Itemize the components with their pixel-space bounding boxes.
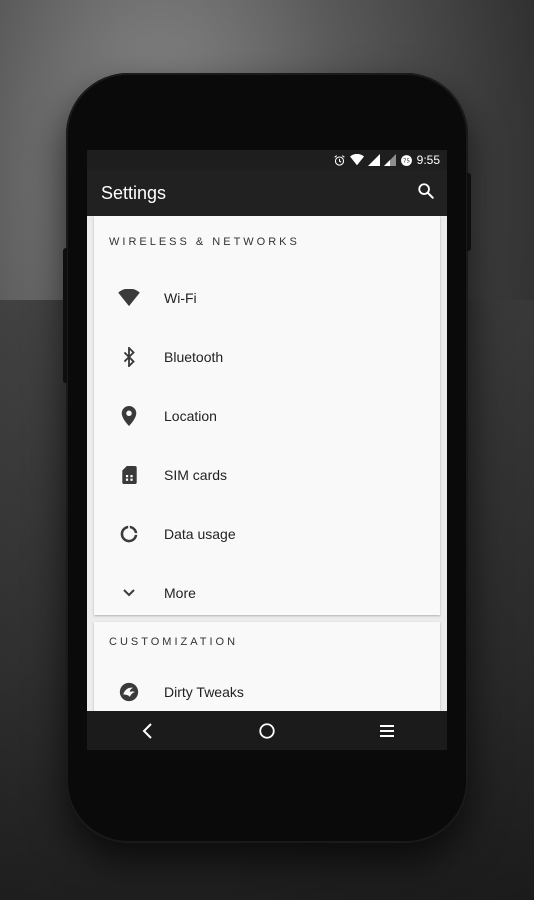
recents-icon[interactable] — [357, 711, 417, 750]
location-pin-icon — [94, 405, 164, 426]
back-icon[interactable] — [117, 711, 177, 750]
settings-item-label: More — [164, 584, 196, 601]
cell-signal-icon — [367, 154, 380, 166]
sim-card-icon — [94, 465, 164, 484]
power-button — [467, 173, 471, 251]
page-title: Settings — [101, 182, 167, 203]
settings-list: WIRELESS & NETWORKS Wi-Fi Bluetooth Loca… — [87, 216, 447, 711]
settings-item-sim-cards[interactable]: SIM cards — [94, 445, 440, 504]
bluetooth-icon — [94, 346, 164, 367]
search-icon[interactable] — [417, 182, 435, 205]
dirty-tweaks-icon — [94, 682, 164, 702]
chevron-down-icon — [94, 588, 164, 598]
alarm-icon — [333, 154, 346, 167]
settings-item-data-usage[interactable]: Data usage — [94, 504, 440, 563]
status-bar: 75 9:55 — [87, 150, 447, 170]
section-header: WIRELESS & NETWORKS — [109, 236, 300, 248]
navigation-bar — [87, 711, 447, 750]
settings-item-label: SIM cards — [164, 466, 228, 483]
battery-icon: 75 — [400, 154, 413, 167]
section-card-wireless: WIRELESS & NETWORKS Wi-Fi Bluetooth Loca… — [94, 216, 440, 615]
settings-item-bluetooth[interactable]: Bluetooth — [94, 327, 440, 386]
section-header: CUSTOMIZATION — [109, 636, 239, 648]
home-icon[interactable] — [237, 711, 297, 750]
settings-item-label: Wi-Fi — [164, 289, 197, 306]
settings-item-more[interactable]: More — [94, 563, 440, 622]
settings-item-label: Dirty Tweaks — [164, 683, 244, 700]
svg-text:75: 75 — [403, 158, 410, 164]
settings-item-label: Bluetooth — [164, 348, 224, 365]
data-usage-icon — [94, 524, 164, 544]
settings-item-label: Location — [164, 407, 217, 424]
volume-button — [63, 248, 67, 383]
settings-item-label: Data usage — [164, 525, 236, 542]
app-bar: Settings — [87, 170, 447, 216]
settings-item-location[interactable]: Location — [94, 386, 440, 445]
wifi-icon — [94, 288, 164, 307]
clock-time: 9:55 — [416, 153, 440, 167]
device-screen: 75 9:55 Settings WIRELESS & NETWORKS Wi-… — [87, 150, 447, 750]
section-card-customization: CUSTOMIZATION Dirty Tweaks — [94, 622, 440, 711]
settings-item-dirty-tweaks[interactable]: Dirty Tweaks — [94, 662, 440, 711]
wifi-signal-icon — [349, 154, 364, 166]
settings-item-wifi[interactable]: Wi-Fi — [94, 268, 440, 327]
cell-signal-2-icon — [383, 154, 396, 166]
